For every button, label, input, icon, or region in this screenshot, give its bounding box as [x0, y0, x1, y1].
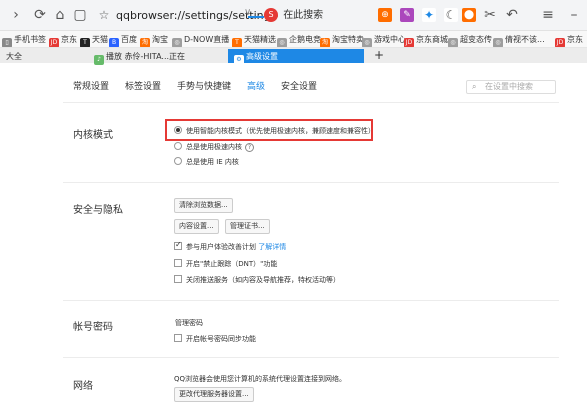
bookmark-item[interactable]: ◎ 游戏中心 — [362, 31, 406, 47]
jd-icon: JD — [555, 38, 565, 47]
divider — [63, 102, 559, 103]
menu-icon[interactable]: ≡ — [540, 7, 556, 23]
change-proxy-button[interactable]: 更改代理服务器设置... — [174, 387, 254, 402]
clear-browsing-data-button[interactable]: 清除浏览数据... — [174, 198, 233, 213]
taobao-icon: 淘 — [320, 38, 330, 47]
divider — [63, 182, 559, 183]
search-placeholder: 在此搜索 — [283, 10, 324, 21]
browser-toolbar: › ⟳ ⌂ ▢ ☆ qqbrowser://settings/settings-… — [0, 0, 587, 31]
extension-icon[interactable]: ☾ — [444, 8, 458, 22]
bookmark-item[interactable]: 淘淘宝特卖 — [320, 31, 364, 47]
bookmarks-bar: ▯ 手机书签 JD 京东 T 天猫 B 百度 淘淘宝 ◎ D-NOW直播 T 天猫精选 ◎ 企… — [0, 31, 587, 48]
settings-search-placeholder: 在设置中搜索 — [485, 82, 533, 91]
search-icon: ⌕ — [472, 82, 477, 91]
content-settings-button[interactable]: 内容设置... — [174, 219, 219, 234]
settings-search-input[interactable]: ⌕ 在设置中搜索 — [466, 80, 556, 94]
radio-ie-kernel[interactable]: 总是使用 IE 内核 — [174, 157, 239, 167]
minimize-icon[interactable]: – — [566, 7, 582, 23]
privacy-section-title: 安全与隐私 — [73, 205, 123, 216]
radio-speed-kernel[interactable]: 总是使用极速内核? — [174, 142, 254, 152]
learn-more-link[interactable]: 了解详情 — [258, 243, 286, 251]
kernel-section-title: 内核模式 — [73, 130, 113, 141]
tab-tabs[interactable]: 标签设置 — [125, 79, 161, 92]
extension-icon[interactable]: ⊕ — [378, 8, 392, 22]
bookmark-item[interactable]: JD 京东商城 — [404, 31, 448, 47]
extension-icon[interactable]: ✦ — [422, 8, 436, 22]
radio-smart-kernel[interactable]: 使用智能内核模式（优先使用极速内核，兼顾速度和兼容性） — [174, 126, 375, 136]
home-icon[interactable]: ⌂ — [52, 7, 68, 23]
jd-icon: JD — [404, 38, 414, 47]
tab-general[interactable]: 常规设置 — [73, 79, 109, 92]
network-description: QQ浏览器会使用您计算机的系统代理设置连接到网络。 — [174, 375, 347, 383]
tab-bar: 大全 ♪ 播放 赤伶-HITA...正在 ⚙ 高级设置 + — [0, 48, 587, 65]
help-icon[interactable]: ? — [245, 143, 254, 152]
account-section-title: 帐号密码 — [73, 322, 113, 333]
baidu-icon: B — [109, 38, 119, 47]
bookmark-page-icon[interactable]: ▢ — [72, 7, 88, 23]
forward-icon[interactable]: › — [8, 7, 24, 23]
divider — [63, 357, 559, 358]
globe-icon: ◎ — [277, 38, 287, 47]
jd-icon: JD — [49, 38, 59, 47]
divider — [63, 300, 559, 301]
tab-security[interactable]: 安全设置 — [281, 79, 317, 92]
bookmark-item[interactable]: JD 京东 — [555, 31, 583, 47]
tab-music[interactable]: ♪ 播放 赤伶-HITA...正在 — [88, 49, 191, 65]
new-tab-button[interactable]: + — [374, 48, 384, 63]
music-icon: ♪ — [94, 55, 104, 65]
bookmark-item[interactable]: ◎ 倩视不该... — [493, 31, 545, 47]
globe-icon: ◎ — [448, 38, 458, 47]
extension-icon[interactable]: ⬤ — [462, 8, 476, 22]
checkbox[interactable] — [174, 334, 182, 342]
globe-icon: ◎ — [493, 38, 503, 47]
password-sync-checkbox-row[interactable]: 开启帐号密码同步功能 — [174, 334, 256, 344]
manage-passwords-link[interactable]: 管理密码 — [175, 318, 203, 328]
push-checkbox-row[interactable]: 关闭推送服务（如内容及导航推荐，特权活动等） — [174, 275, 340, 285]
globe-icon: ◎ — [362, 38, 372, 47]
bookmark-item[interactable]: T 天猫精选 — [232, 31, 276, 47]
tmall-icon: T — [232, 38, 242, 47]
extension-icon[interactable]: ✎ — [400, 8, 414, 22]
checkbox[interactable] — [174, 259, 182, 267]
active-tab-indicator — [248, 16, 264, 18]
bookmark-item[interactable]: ◎ 超变态传 — [448, 31, 492, 47]
ux-plan-checkbox-row[interactable]: 参与用户体验改善计划 了解详情 — [174, 240, 286, 252]
undo-icon[interactable]: ↶ — [504, 7, 520, 23]
scissors-icon[interactable]: ✂ — [482, 7, 498, 23]
radio-button[interactable] — [174, 142, 182, 150]
manage-certificates-button[interactable]: 管理证书... — [225, 219, 270, 234]
bookmark-item[interactable]: ◎ 企鹅电竞 — [277, 31, 321, 47]
tab-advanced-settings[interactable]: ⚙ 高级设置 — [228, 49, 364, 65]
bookmark-item[interactable]: ▯ 手机书签 — [2, 31, 46, 47]
refresh-icon[interactable]: ⟳ — [32, 7, 48, 23]
taobao-icon: 淘 — [140, 38, 150, 47]
phone-icon: ▯ — [2, 38, 12, 47]
tab-gestures[interactable]: 手势与快捷键 — [177, 79, 231, 92]
bookmark-item[interactable]: ◎ D-NOW直播 — [172, 31, 229, 47]
tab-advanced[interactable]: 高级 — [247, 79, 265, 92]
network-section-title: 网络 — [73, 381, 93, 392]
settings-icon: ⚙ — [234, 55, 244, 65]
tmall-icon: T — [80, 38, 90, 47]
star-icon[interactable]: ☆ — [96, 7, 112, 23]
tab-daquan[interactable]: 大全 — [0, 49, 28, 63]
search-engine-icon: S — [264, 8, 278, 22]
bookmark-item[interactable]: 淘淘宝 — [140, 31, 168, 47]
radio-button[interactable] — [174, 157, 182, 165]
globe-icon: ◎ — [172, 38, 182, 47]
bookmark-item[interactable]: T 天猫 — [80, 31, 108, 47]
search-box[interactable]: S 在此搜索 — [264, 6, 368, 26]
checkbox[interactable] — [174, 275, 182, 283]
radio-button[interactable] — [174, 126, 182, 134]
bookmark-item[interactable]: B 百度 — [109, 31, 137, 47]
checkbox[interactable] — [174, 240, 182, 250]
dnt-checkbox-row[interactable]: 开启"禁止跟踪（DNT）"功能 — [174, 259, 277, 269]
bookmark-item[interactable]: JD 京东 — [49, 31, 77, 47]
